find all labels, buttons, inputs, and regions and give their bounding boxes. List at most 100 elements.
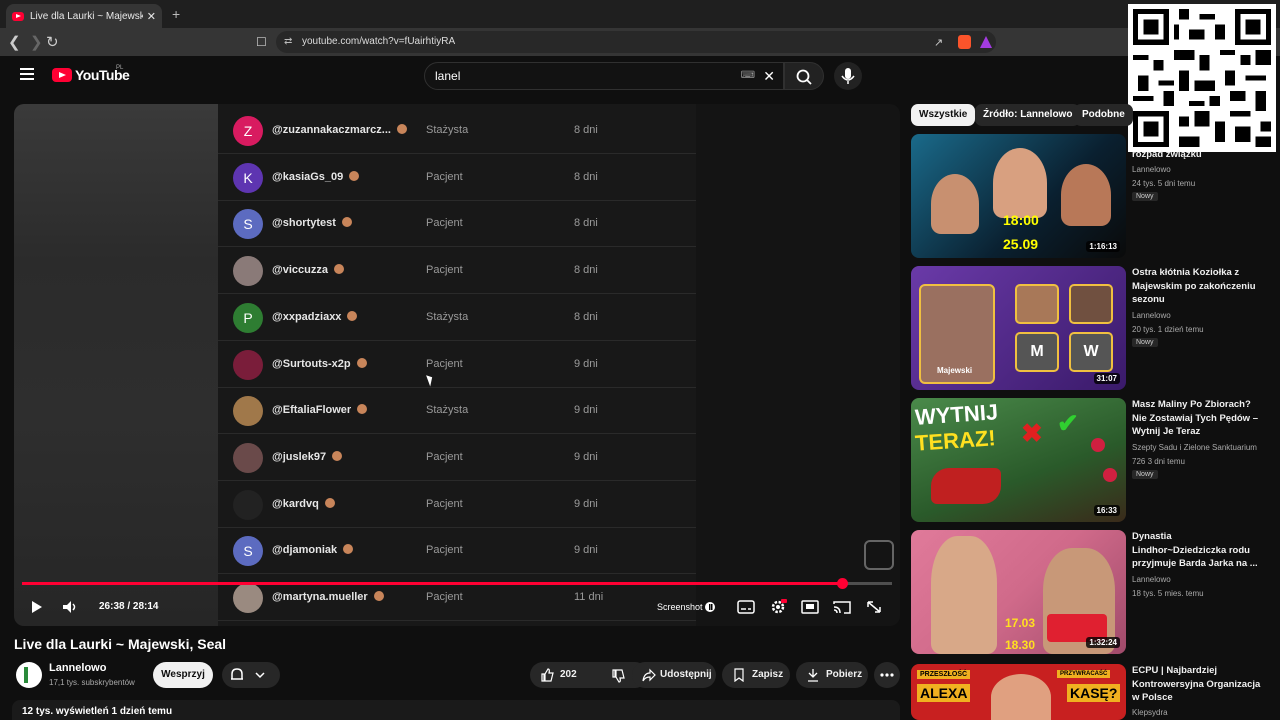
site-info-icon[interactable]: ⇄ bbox=[284, 31, 292, 53]
reload-icon[interactable]: ↻ bbox=[46, 33, 59, 51]
member-role: Pacjent bbox=[426, 450, 463, 463]
time-display: 26:38 / 28:14 bbox=[99, 601, 159, 612]
recommendation-thumbnail[interactable]: 17.03 18.30 1:32:24 bbox=[911, 530, 1126, 654]
recommendation-item[interactable]: WYTNIJ TERAZ! ✖ ✔ 16:33 Masz Maliny Po Z… bbox=[911, 398, 1271, 528]
open-in-icon[interactable]: ↗ bbox=[934, 36, 943, 49]
screenshot-label[interactable]: Screenshot bbox=[657, 602, 703, 612]
recommendation-item[interactable]: 17.03 18.30 1:32:24 Dynastia Lindhor~Dzi… bbox=[911, 530, 1271, 660]
cast-button[interactable] bbox=[832, 598, 852, 616]
tab-title: Live dla Laurki ~ Majewski, Seal bbox=[30, 10, 143, 22]
save-button[interactable]: Zapisz bbox=[722, 662, 790, 688]
chip-from-channel[interactable]: Źródło: Lannelowo bbox=[975, 104, 1081, 126]
chip-all[interactable]: Wszystkie bbox=[911, 104, 976, 126]
recommendation-title[interactable]: Dynastia Lindhor~Dziedziczka rodu przyjm… bbox=[1132, 530, 1268, 571]
back-icon[interactable]: ❮ bbox=[8, 33, 21, 51]
recommendation-title[interactable]: ECPU | Najbardziej Kontrowersyjna Organi… bbox=[1132, 664, 1268, 705]
bookmark-icon[interactable]: ☐ bbox=[256, 35, 267, 49]
volume-button[interactable] bbox=[60, 598, 80, 616]
member-duration: 8 dni bbox=[574, 124, 598, 136]
video-duration: 1:16:13 bbox=[1086, 241, 1120, 252]
video-duration: 1:32:24 bbox=[1086, 637, 1120, 648]
share-button[interactable]: Udostępnij bbox=[632, 662, 716, 688]
voice-search-button[interactable] bbox=[834, 62, 862, 90]
recommendation-channel[interactable]: Szepty Sadu i Zielone Sanktuarium bbox=[1132, 443, 1257, 452]
list-item: @EftaliaFlower Stażysta 9 dni bbox=[218, 388, 696, 435]
list-item: @juslek97 Pacjent 9 dni bbox=[218, 435, 696, 481]
chip-related[interactable]: Podobne bbox=[1074, 104, 1133, 126]
thumb-text: KASĘ? bbox=[1067, 684, 1121, 702]
tab-close-icon[interactable]: ✕ bbox=[147, 10, 156, 23]
member-handle: @viccuzza bbox=[272, 264, 328, 277]
recommendation-title[interactable]: rozpad związku bbox=[1132, 148, 1268, 162]
list-item: P @xxpadziaxx Stażysta 8 dni bbox=[218, 295, 696, 341]
channel-watermark-icon[interactable] bbox=[864, 540, 894, 570]
dislike-button[interactable] bbox=[596, 668, 636, 683]
thumb-text: 18.30 bbox=[1005, 638, 1036, 652]
recommendation-thumbnail[interactable]: 18:00 25.09 1:16:13 bbox=[911, 134, 1126, 258]
brave-shield-icon[interactable] bbox=[958, 35, 971, 49]
recommendation-channel[interactable]: Lannelowo bbox=[1132, 165, 1171, 174]
recommendation-thumbnail[interactable]: Majewski M W 31:07 bbox=[911, 266, 1126, 390]
thumb-text: TERAZ! bbox=[914, 425, 997, 456]
address-bar[interactable]: ⇄ youtube.com/watch?v=fUairhtiyRA bbox=[276, 31, 996, 53]
youtube-logo[interactable]: YouTube PL bbox=[52, 65, 130, 83]
new-tab-button[interactable]: + bbox=[172, 6, 180, 22]
progress-bar[interactable] bbox=[22, 578, 892, 589]
keyboard-icon[interactable]: ⌨ bbox=[741, 63, 755, 89]
member-name: @viccuzza bbox=[272, 264, 344, 276]
clear-search-icon[interactable]: ✕ bbox=[763, 63, 775, 89]
subtitles-button[interactable] bbox=[736, 598, 756, 616]
microphone-icon bbox=[841, 68, 855, 84]
person-figure bbox=[1061, 164, 1111, 226]
recommendation-item[interactable]: 18:00 25.09 1:16:13 rozpad związku Lanne… bbox=[911, 134, 1271, 264]
bookmark-icon bbox=[734, 668, 744, 682]
brave-rewards-icon[interactable] bbox=[980, 36, 992, 48]
download-button[interactable]: Pobierz bbox=[796, 662, 868, 688]
recommendation-title[interactable]: Ostra kłótnia Koziołka z Majewskim po za… bbox=[1132, 266, 1268, 307]
member-duration: 8 dni bbox=[574, 217, 598, 230]
forward-icon[interactable]: ❯ bbox=[30, 33, 43, 51]
recommendation-channel[interactable]: Lannelowo bbox=[1132, 575, 1171, 584]
more-actions-button[interactable] bbox=[874, 662, 900, 688]
recommendation-item[interactable]: Majewski M W 31:07 Ostra kłótnia Koziołk… bbox=[911, 266, 1271, 396]
member-role: Pacjent bbox=[426, 264, 463, 277]
settings-button[interactable] bbox=[768, 598, 788, 616]
fullscreen-button[interactable] bbox=[864, 598, 884, 616]
autoplay-icon bbox=[705, 602, 715, 612]
description-box[interactable]: 12 tys. wyświetleń 1 dzień temu bbox=[12, 700, 900, 720]
recommendation-title[interactable]: Masz Maliny Po Zbiorach? Nie Zostawiaj T… bbox=[1132, 398, 1268, 439]
member-name: @djamoniak bbox=[272, 544, 354, 556]
recommendation-thumbnail[interactable]: PRZESZŁOŚĆ ALEXA PRZYWRACAŚĆ KASĘ? bbox=[911, 664, 1126, 720]
volume-icon bbox=[63, 601, 76, 613]
video-stats: 12 tys. wyświetleń 1 dzień temu bbox=[22, 706, 173, 717]
recommendation-channel[interactable]: Klepsydra bbox=[1132, 708, 1168, 717]
member-role: Pacjent bbox=[426, 497, 463, 510]
recommendation-channel[interactable]: Lannelowo bbox=[1132, 311, 1171, 320]
like-button[interactable]: 202 bbox=[530, 662, 588, 688]
browser-tab[interactable]: Live dla Laurki ~ Majewski, Seal ✕ bbox=[6, 4, 162, 28]
menu-icon[interactable] bbox=[20, 68, 34, 80]
member-duration: 9 dni bbox=[574, 404, 598, 417]
share-icon bbox=[642, 668, 656, 682]
gear-icon bbox=[771, 599, 787, 614]
recommendation-item[interactable]: PRZESZŁOŚĆ ALEXA PRZYWRACAŚĆ KASĘ? ECPU … bbox=[911, 664, 1271, 720]
search-input[interactable]: lanel ⌨ ✕ bbox=[424, 62, 784, 90]
autoplay-toggle[interactable] bbox=[702, 598, 722, 616]
channel-avatar[interactable] bbox=[16, 662, 42, 688]
channel-name[interactable]: Lannelowo bbox=[49, 662, 106, 674]
person-figure bbox=[993, 148, 1047, 218]
recommendation-thumbnail[interactable]: WYTNIJ TERAZ! ✖ ✔ 16:33 bbox=[911, 398, 1126, 522]
member-role: Pacjent bbox=[426, 544, 463, 557]
member-handle: @zuzannakaczmarcz... bbox=[272, 124, 391, 136]
person-figure bbox=[931, 536, 997, 654]
support-button[interactable]: Wesprzyj bbox=[153, 662, 213, 688]
more-icon bbox=[880, 673, 894, 677]
youtube-header: YouTube PL lanel ⌨ ✕ bbox=[0, 56, 1280, 100]
video-player[interactable]: Z @zuzannakaczmarcz... Stażysta 8 dni K @kasi… bbox=[14, 104, 900, 626]
like-dislike-group: 202 bbox=[530, 662, 648, 688]
play-button[interactable] bbox=[26, 598, 46, 616]
member-role: Stażysta bbox=[426, 310, 469, 323]
search-button[interactable] bbox=[784, 62, 824, 90]
notifications-button[interactable] bbox=[222, 662, 280, 688]
miniplayer-button[interactable] bbox=[800, 598, 820, 616]
